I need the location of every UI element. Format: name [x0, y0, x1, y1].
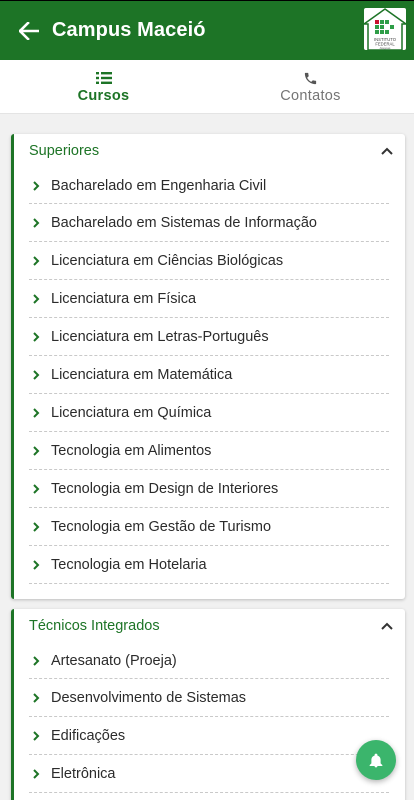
section-title: Superiores [29, 143, 100, 159]
chevron-right-icon [33, 255, 40, 266]
course-item[interactable]: Tecnologia em Alimentos [29, 432, 389, 470]
collapse-button[interactable] [377, 616, 397, 636]
chevron-right-icon [33, 521, 40, 532]
notifications-button[interactable] [356, 740, 396, 780]
chevron-right-icon [33, 692, 40, 703]
section-header[interactable]: Técnicos Integrados [14, 609, 405, 643]
course-item[interactable]: Desenvolvimento de Sistemas [29, 679, 389, 717]
phone-icon [304, 72, 317, 84]
course-label: Bacharelado em Sistemas de Informação [51, 214, 317, 231]
course-item[interactable]: Licenciatura em Física [29, 280, 389, 318]
chevron-right-icon [33, 217, 40, 228]
course-item[interactable]: Licenciatura em Letras-Português [29, 318, 389, 356]
tab-contatos[interactable]: Contatos [207, 60, 414, 113]
course-label: Bacharelado em Engenharia Civil [51, 177, 267, 194]
tab-contatos-label: Contatos [280, 88, 341, 104]
course-item[interactable]: Artesanato (Proeja) [29, 643, 389, 679]
course-item[interactable]: Tecnologia em Gestão de Turismo [29, 508, 389, 546]
section-tecnicos-integrados: Técnicos Integrados Artesanato (Proeja) … [11, 609, 405, 800]
course-label: Eletrônica [51, 765, 116, 782]
back-button[interactable] [9, 11, 49, 51]
page-title: Campus Maceió [52, 19, 206, 41]
collapse-button[interactable] [377, 141, 397, 161]
course-label: Tecnologia em Alimentos [51, 442, 212, 459]
tab-cursos-label: Cursos [77, 88, 130, 104]
svg-text:Alagoas: Alagoas [380, 46, 391, 50]
section-title: Técnicos Integrados [29, 618, 160, 634]
course-label: Licenciatura em Letras-Português [51, 328, 269, 345]
bell-icon [369, 753, 383, 767]
course-item[interactable]: Licenciatura em Ciências Biológicas [29, 242, 389, 280]
course-label: Edificações [51, 727, 126, 744]
course-item[interactable]: Licenciatura em Química [29, 394, 389, 432]
course-item[interactable]: Tecnologia em Hotelaria [29, 546, 389, 584]
chevron-right-icon [33, 768, 40, 779]
chevron-right-icon [33, 445, 40, 456]
chevron-right-icon [33, 180, 40, 191]
course-item[interactable]: Bacharelado em Sistemas de Informação [29, 204, 389, 242]
chevron-right-icon [33, 559, 40, 570]
course-label: Desenvolvimento de Sistemas [51, 689, 247, 706]
section-superiores: Superiores Bacharelado em Engenharia Civ… [11, 134, 405, 599]
chevron-right-icon [33, 730, 40, 741]
tab-cursos[interactable]: Cursos [0, 60, 207, 113]
chevron-right-icon [33, 293, 40, 304]
course-label: Artesanato (Proeja) [51, 652, 177, 669]
chevron-up-icon [381, 147, 393, 155]
chevron-right-icon [33, 483, 40, 494]
courses-content[interactable]: Superiores Bacharelado em Engenharia Civ… [0, 115, 414, 800]
course-label: Licenciatura em Química [51, 404, 212, 421]
course-label: Tecnologia em Hotelaria [51, 556, 207, 573]
chevron-up-icon [381, 622, 393, 630]
course-label: Tecnologia em Gestão de Turismo [51, 518, 272, 535]
course-item[interactable]: Eletrônica [29, 755, 389, 793]
course-item[interactable]: Bacharelado em Engenharia Civil [29, 168, 389, 204]
institute-logo: INSTITUTO FEDERAL Alagoas [362, 8, 408, 51]
course-label: Licenciatura em Física [51, 290, 197, 307]
section-header[interactable]: Superiores [14, 134, 405, 168]
course-label: Tecnologia em Design de Interiores [51, 480, 279, 497]
chevron-right-icon [33, 407, 40, 418]
chevron-right-icon [33, 655, 40, 666]
app-bar: Campus Maceió INSTITUTO FEDERAL Alagoas [0, 0, 414, 60]
course-item[interactable]: Licenciatura em Matemática [29, 356, 389, 394]
course-item[interactable]: Edificações [29, 717, 389, 755]
tab-bar: Cursos Contatos [0, 60, 414, 114]
list-icon [95, 72, 112, 84]
course-label: Licenciatura em Matemática [51, 366, 233, 383]
course-label: Licenciatura em Ciências Biológicas [51, 252, 284, 269]
arrow-left-icon [19, 21, 39, 40]
course-list: Bacharelado em Engenharia Civil Bacharel… [14, 168, 405, 584]
chevron-right-icon [33, 331, 40, 342]
course-item[interactable]: Tecnologia em Design de Interiores [29, 470, 389, 508]
course-list: Artesanato (Proeja) Desenvolvimento de S… [14, 643, 405, 793]
chevron-right-icon [33, 369, 40, 380]
